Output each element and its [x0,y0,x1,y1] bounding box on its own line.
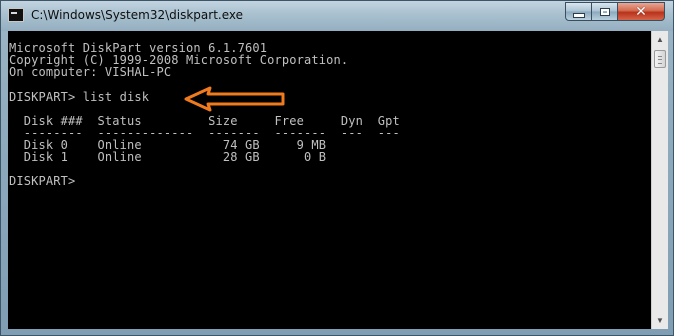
scroll-up-arrow-icon[interactable]: ▲ [652,31,668,48]
console-app-icon[interactable] [8,8,24,22]
window-title: C:\Windows\System32\diskpart.exe [31,8,243,22]
console-prompt: DISKPART> [9,174,83,188]
vertical-scrollbar[interactable]: ▲ ▼ [651,31,668,329]
maximize-icon [599,7,610,16]
close-button[interactable]: ✕ [617,2,665,21]
scrollbar-thumb[interactable] [654,50,666,68]
minimize-icon [572,13,585,18]
orange-arrow-icon [184,86,285,112]
console-line-command: DISKPART> list disk [9,90,150,104]
close-icon: ✕ [635,3,647,20]
console-output[interactable]: Microsoft DiskPart version 6.1.7601 Copy… [8,31,651,329]
disk-table-row: Disk 1 Online 28 GB 0 B [9,150,327,164]
maximize-button[interactable] [591,2,618,21]
grip-icon [658,56,662,64]
title-bar[interactable]: C:\Windows\System32\diskpart.exe ✕ [1,1,673,31]
console-line-computer: On computer: VISHAL-PC [9,65,172,79]
minimize-button[interactable] [565,2,592,21]
scroll-down-arrow-icon[interactable]: ▼ [652,312,668,329]
console-window: C:\Windows\System32\diskpart.exe ✕ Micro… [0,0,674,336]
